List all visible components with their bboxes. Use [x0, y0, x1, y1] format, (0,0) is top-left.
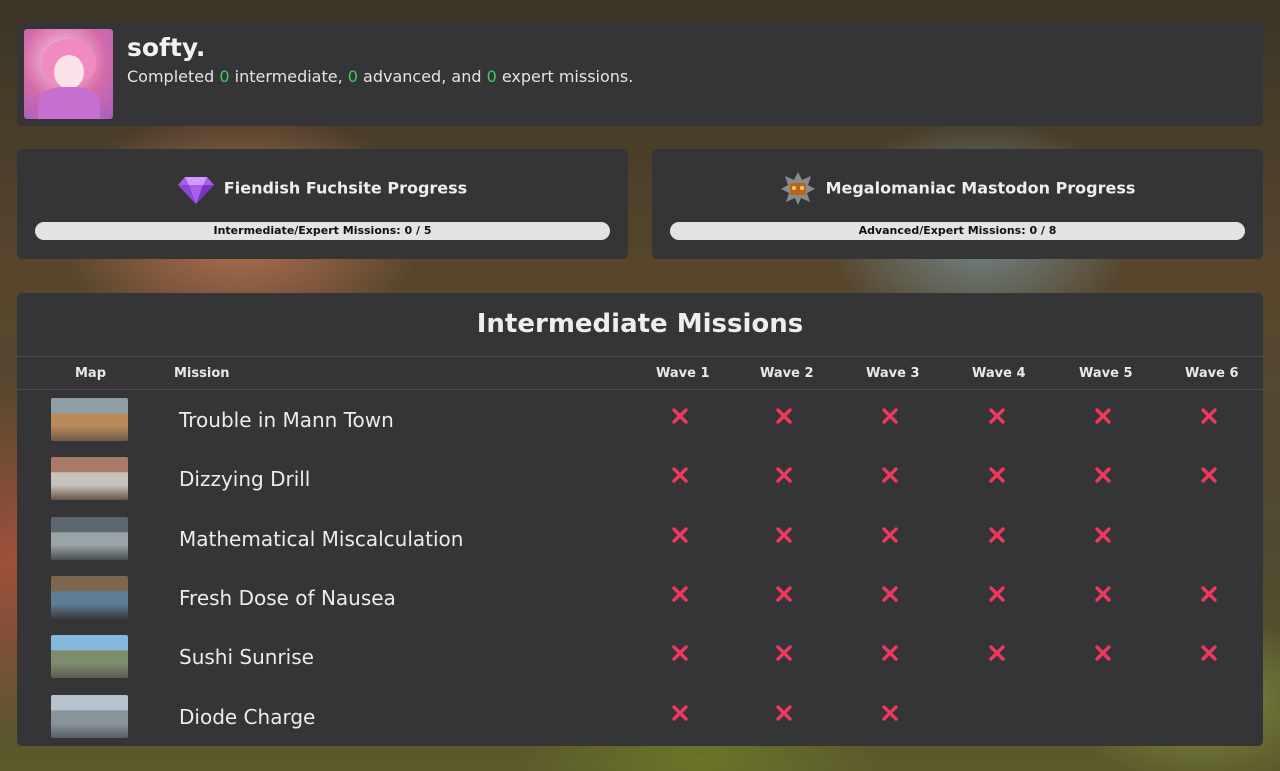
fuchsite-progress-panel: Fiendish Fuchsite Progress Intermediate/…	[17, 149, 628, 259]
mission-row[interactable]: Fresh Dose of Nausea	[17, 568, 1263, 627]
expert-count: 0	[486, 67, 497, 86]
username: softy.	[127, 33, 206, 62]
x-mark-icon	[672, 704, 688, 721]
x-mark-icon	[989, 645, 1005, 661]
x-mark-icon	[1095, 586, 1111, 602]
map-thumbnail	[51, 457, 128, 501]
column-header-wave-6: Wave 6	[1185, 366, 1239, 381]
missions-heading: Intermediate Missions	[476, 309, 804, 339]
mission-row[interactable]: Trouble in Mann Town	[17, 390, 1263, 449]
column-header-mission: Mission	[174, 366, 230, 381]
column-header-wave-1: Wave 1	[656, 366, 710, 381]
mastodon-robot-icon	[780, 172, 815, 205]
avatar	[24, 29, 113, 119]
x-mark-icon	[672, 408, 688, 424]
x-mark-icon	[672, 586, 688, 602]
mission-name[interactable]: Diode Charge	[179, 705, 315, 729]
x-mark-icon	[1201, 645, 1217, 661]
x-mark-icon	[1095, 526, 1111, 543]
column-header-wave-2: Wave 2	[760, 366, 814, 381]
advanced-count: 0	[347, 67, 358, 86]
profile-panel: softy. Completed 0 intermediate, 0 advan…	[17, 22, 1263, 126]
x-mark-icon	[1095, 467, 1111, 483]
column-header-wave-4: Wave 4	[972, 366, 1026, 381]
mastodon-progress-panel: Megalomaniac Mastodon Progress Advanced/…	[652, 149, 1263, 259]
map-thumbnail	[51, 635, 128, 679]
x-mark-icon	[1201, 586, 1217, 602]
map-thumbnail	[51, 398, 128, 441]
completion-summary: Completed 0 intermediate, 0 advanced, an…	[127, 67, 634, 86]
x-mark-icon	[776, 586, 792, 602]
purple-gem-icon	[177, 177, 214, 204]
map-thumbnail	[51, 694, 128, 738]
x-mark-icon	[989, 408, 1005, 424]
x-mark-icon	[776, 645, 792, 661]
x-mark-icon	[882, 467, 898, 483]
fuchsite-progress-title: Fiendish Fuchsite Progress	[17, 171, 628, 205]
mission-name[interactable]: Dizzying Drill	[179, 467, 310, 491]
missions-panel: Intermediate Missions Map Mission Wave 1…	[17, 293, 1263, 746]
column-header-wave-3: Wave 3	[866, 366, 920, 381]
x-mark-icon	[989, 526, 1005, 543]
mission-name[interactable]: Fresh Dose of Nausea	[179, 586, 396, 610]
column-header-wave-5: Wave 5	[1079, 366, 1133, 381]
x-mark-icon	[882, 526, 898, 543]
map-thumbnail	[51, 516, 128, 560]
mission-row[interactable]: Diode Charge	[17, 687, 1263, 746]
x-mark-icon	[1095, 408, 1111, 424]
x-mark-icon	[776, 467, 792, 483]
x-mark-icon	[672, 467, 688, 483]
x-mark-icon	[989, 467, 1005, 483]
x-mark-icon	[776, 526, 792, 543]
fuchsite-progress-label: Intermediate/Expert Missions: 0 / 5	[213, 224, 432, 237]
x-mark-icon	[672, 526, 688, 543]
fuchsite-progress-bar: Intermediate/Expert Missions: 0 / 5	[35, 222, 610, 240]
mastodon-progress-bar: Advanced/Expert Missions: 0 / 8	[670, 222, 1245, 240]
x-mark-icon	[989, 586, 1005, 602]
mission-name[interactable]: Trouble in Mann Town	[179, 408, 394, 432]
mission-name[interactable]: Sushi Sunrise	[179, 645, 314, 669]
x-mark-icon	[672, 645, 688, 661]
x-mark-icon	[882, 704, 898, 721]
map-thumbnail	[51, 575, 128, 619]
x-mark-icon	[882, 586, 898, 602]
x-mark-icon	[1095, 645, 1111, 661]
column-header-map: Map	[75, 366, 107, 381]
mission-name[interactable]: Mathematical Miscalculation	[179, 527, 463, 551]
mastodon-progress-title: Megalomaniac Mastodon Progress	[652, 171, 1263, 205]
x-mark-icon	[1201, 408, 1217, 424]
x-mark-icon	[776, 704, 792, 721]
mission-row[interactable]: Dizzying Drill	[17, 449, 1263, 508]
x-mark-icon	[1201, 467, 1217, 483]
x-mark-icon	[776, 408, 792, 424]
mission-row[interactable]: Mathematical Miscalculation	[17, 509, 1263, 568]
mastodon-progress-label: Advanced/Expert Missions: 0 / 8	[858, 224, 1057, 237]
x-mark-icon	[882, 645, 898, 661]
intermediate-count: 0	[219, 67, 230, 86]
mission-row[interactable]: Sushi Sunrise	[17, 627, 1263, 686]
x-mark-icon	[882, 408, 898, 424]
